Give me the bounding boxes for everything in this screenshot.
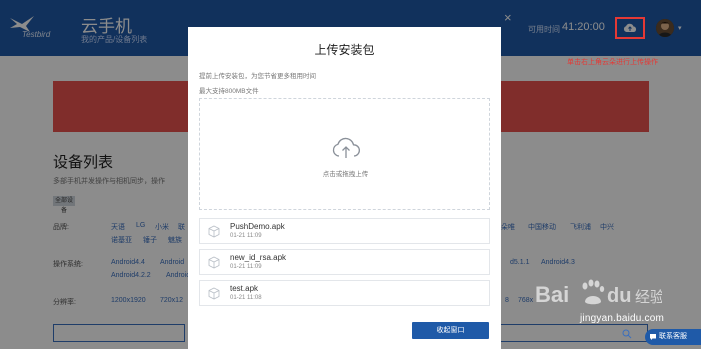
file-list-item[interactable]: PushDemo.apk 01-21 11:09 xyxy=(199,218,490,244)
dropzone-text: 点击或拖拽上传 xyxy=(322,171,369,178)
dialog-hint: 提前上传安装包，为您节省更多租用时间 xyxy=(199,73,316,80)
upload-dropzone[interactable]: 点击或拖拽上传 xyxy=(199,98,490,210)
highlight-box xyxy=(615,17,645,39)
file-time: 01-21 11:08 xyxy=(230,295,262,301)
file-name: test.apk xyxy=(230,284,259,293)
file-list-item[interactable]: test.apk 01-21 11:08 xyxy=(199,280,490,306)
svg-text:Bai: Bai xyxy=(535,282,569,307)
tutorial-annotation: 单击右上角云朵进行上传操作 xyxy=(567,59,658,66)
search-icon[interactable] xyxy=(622,329,632,339)
contact-support-label: 联系客服 xyxy=(659,333,687,340)
cloud-upload-icon xyxy=(332,137,360,158)
svg-text:经验: 经验 xyxy=(635,288,662,306)
file-time: 01-21 11:09 xyxy=(230,264,262,270)
contact-support-button[interactable]: 联系客服 xyxy=(645,329,701,345)
dialog-size-limit: 最大支持800MB文件 xyxy=(199,88,259,95)
dialog-title: 上传安装包 xyxy=(314,43,375,57)
package-icon xyxy=(208,287,220,300)
file-list-item[interactable]: new_id_rsa.apk 01-21 11:09 xyxy=(199,249,490,275)
package-icon xyxy=(208,225,220,238)
close-window-button[interactable]: 收起窗口 xyxy=(412,322,489,339)
chat-icon xyxy=(650,334,656,340)
upload-dialog: 上传安装包 提前上传安装包，为您节省更多租用时间 最大支持800MB文件 点击或… xyxy=(188,27,501,349)
watermark-url: jingyan.baidu.com xyxy=(580,313,665,324)
svg-text:du: du xyxy=(607,285,631,307)
file-name: new_id_rsa.apk xyxy=(230,253,287,262)
file-time: 01-21 11:09 xyxy=(230,233,262,239)
package-icon xyxy=(208,256,220,269)
file-name: PushDemo.apk xyxy=(230,222,285,231)
